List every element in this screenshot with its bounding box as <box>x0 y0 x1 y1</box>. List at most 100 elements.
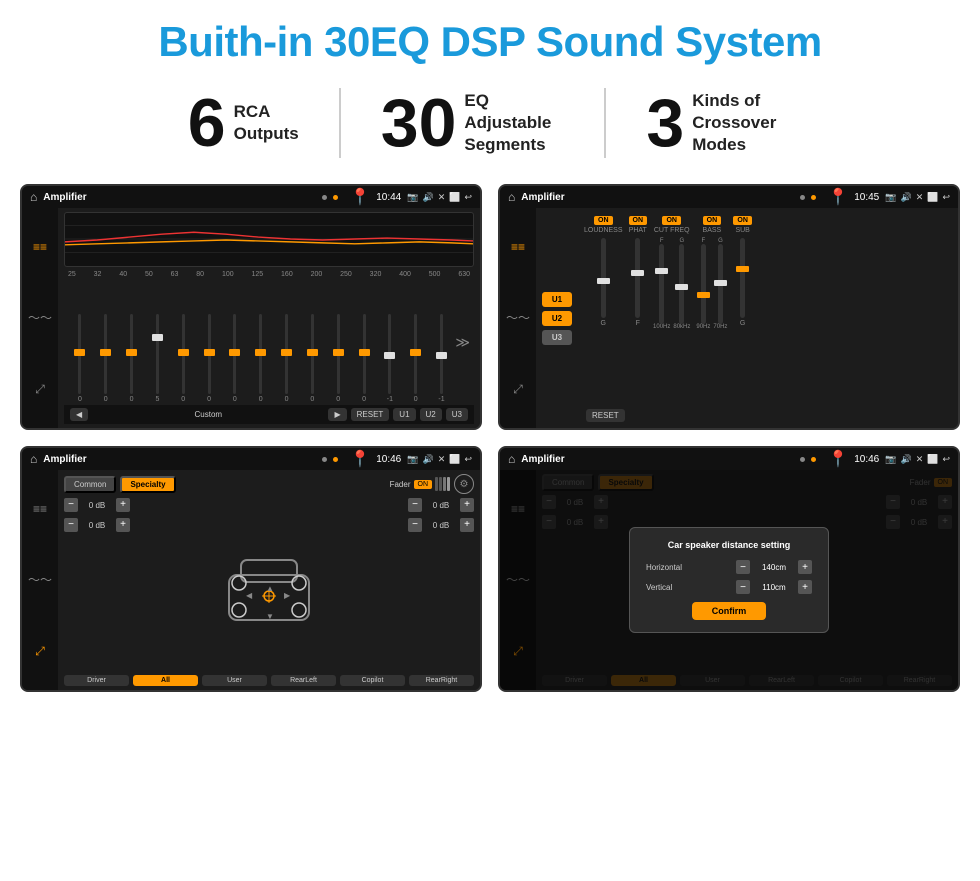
db-rl-value: 0 dB <box>82 521 112 530</box>
eq-slider-4[interactable]: 5 <box>145 314 169 403</box>
eq-main: 25 32 40 50 63 80 100 125 160 200 250 32… <box>58 208 480 428</box>
status-dot-6 <box>333 457 338 462</box>
eq-slider-13[interactable]: -1 <box>378 314 402 403</box>
cutfreq-on: ON <box>662 216 681 225</box>
db-rr-plus[interactable]: + <box>460 518 474 532</box>
settings-circle-icon[interactable]: ⚙ <box>454 474 474 494</box>
cutfreq-slider-g[interactable] <box>679 244 684 324</box>
cutfreq-slider-f[interactable] <box>659 244 664 324</box>
eq-slider-8[interactable]: 0 <box>249 314 273 403</box>
db-rl-plus[interactable]: + <box>116 518 130 532</box>
dialog-title: Car speaker distance setting <box>646 540 812 550</box>
stat-eq: 30 EQ Adjustable Segments <box>341 89 605 157</box>
play-button[interactable]: ▶ <box>328 408 346 421</box>
u1-preset-button[interactable]: U1 <box>542 292 572 307</box>
phat-slider[interactable] <box>635 238 640 318</box>
eq-slider-3[interactable]: 0 <box>120 314 144 403</box>
status-dot-1 <box>322 195 327 200</box>
vertical-plus-button[interactable]: + <box>798 580 812 594</box>
phat-on: ON <box>629 216 648 225</box>
user-button[interactable]: User <box>202 675 267 686</box>
loudness-slider[interactable] <box>601 238 606 318</box>
u3-button[interactable]: U3 <box>446 408 468 421</box>
confirm-button[interactable]: Confirm <box>692 602 767 620</box>
close-icon-4: ✕ <box>916 454 924 465</box>
eq-slider-1[interactable]: 0 <box>68 314 92 403</box>
wave-icon-1[interactable]: 〜〜 <box>28 312 52 324</box>
screen-eq: ⌂ Amplifier 📍 10:44 📷 🔊 ✕ ⬜ ↩ ≡≡ 〜〜 ⤢ <box>20 184 482 430</box>
bass-slider-f[interactable] <box>701 244 706 324</box>
left-sidebar-3: ≡≡ 〜〜 ⤢ <box>22 470 58 690</box>
driver-button[interactable]: Driver <box>64 675 129 686</box>
db-fl-minus[interactable]: − <box>64 498 78 512</box>
u2-preset-button[interactable]: U2 <box>542 311 572 326</box>
status-dot-5 <box>322 457 327 462</box>
copilot-button[interactable]: Copilot <box>340 675 405 686</box>
sub-label: SUB <box>735 227 749 234</box>
eq-slider-9[interactable]: 0 <box>275 314 299 403</box>
eq-slider-11[interactable]: 0 <box>326 314 350 403</box>
window-icon-4: ⬜ <box>927 454 938 465</box>
eq-icon-1[interactable]: ≡≡ <box>33 241 47 253</box>
stats-row: 6 RCA Outputs 30 EQ Adjustable Segments … <box>0 78 980 176</box>
wave-icon-2[interactable]: 〜〜 <box>506 312 530 324</box>
more-icon[interactable]: ≫ <box>455 334 470 351</box>
stat-rca-number: 6 <box>188 89 226 157</box>
all-button[interactable]: All <box>133 675 198 686</box>
horizontal-value: 140cm <box>754 563 794 572</box>
db-rl-minus[interactable]: − <box>64 518 78 532</box>
window-icon-1: ⬜ <box>449 192 460 203</box>
horizontal-minus-button[interactable]: − <box>736 560 750 574</box>
u2-button[interactable]: U2 <box>420 408 442 421</box>
camera-icon-1: 📷 <box>407 192 418 203</box>
home-icon-2: ⌂ <box>508 190 515 204</box>
dialog-horizontal-row: Horizontal − 140cm + <box>646 560 812 574</box>
eq-slider-5[interactable]: 0 <box>171 314 195 403</box>
horizontal-plus-button[interactable]: + <box>798 560 812 574</box>
eq-slider-6[interactable]: 0 <box>197 314 221 403</box>
eq-sliders: 0 0 0 5 0 <box>64 279 474 405</box>
eq-slider-7[interactable]: 0 <box>223 314 247 403</box>
eq-slider-12[interactable]: 0 <box>352 314 376 403</box>
bass-slider-g[interactable] <box>718 244 723 324</box>
loudness-ctrl: ON LOUDNESS G <box>584 216 623 327</box>
eq-slider-10[interactable]: 0 <box>300 314 324 403</box>
vertical-minus-button[interactable]: − <box>736 580 750 594</box>
bass-sliders: F 90Hz G 70Hz <box>696 238 727 330</box>
speaker-bottom-row: Driver All User RearLeft Copilot RearRig… <box>64 675 474 686</box>
u1-button[interactable]: U1 <box>393 408 415 421</box>
vertical-value: 110cm <box>754 583 794 592</box>
db-fl-plus[interactable]: + <box>116 498 130 512</box>
sub-slider[interactable] <box>740 238 745 318</box>
db-row-fr: − 0 dB + <box>408 498 474 512</box>
eq-slider-14[interactable]: 0 <box>404 314 428 403</box>
common-tab[interactable]: Common <box>64 476 116 493</box>
arrows-icon-1[interactable]: ⤢ <box>35 383 45 395</box>
reset-button-2[interactable]: RESET <box>586 409 625 422</box>
specialty-tab[interactable]: Specialty <box>120 476 175 493</box>
u3-preset-button[interactable]: U3 <box>542 330 572 345</box>
db-fr-minus[interactable]: − <box>408 498 422 512</box>
eq-graph <box>64 212 474 267</box>
prev-button[interactable]: ◀ <box>70 408 88 421</box>
eq-slider-15[interactable]: -1 <box>430 314 454 403</box>
eq-icon-2[interactable]: ≡≡ <box>511 241 525 253</box>
screen-dialog: ⌂ Amplifier 📍 10:46 📷 🔊 ✕ ⬜ ↩ ≡≡ 〜〜 ⤢ <box>498 446 960 692</box>
db-fr-value: 0 dB <box>426 501 456 510</box>
reset-button[interactable]: RESET <box>351 408 390 421</box>
wave-icon-3[interactable]: 〜〜 <box>28 574 52 586</box>
car-svg: ◀ ▶ ▲ ▼ <box>219 545 319 625</box>
rearleft-button[interactable]: RearLeft <box>271 675 336 686</box>
screen2-title: Amplifier <box>521 192 794 203</box>
eq-slider-2[interactable]: 0 <box>94 314 118 403</box>
rearright-button[interactable]: RearRight <box>409 675 474 686</box>
eq-icon-3[interactable]: ≡≡ <box>33 503 47 515</box>
arrows-icon-2[interactable]: ⤢ <box>513 383 523 395</box>
volume-icon-4: 🔊 <box>900 454 911 465</box>
fader-slider[interactable] <box>435 477 450 491</box>
db-rr-minus[interactable]: − <box>408 518 422 532</box>
arrows-icon-3[interactable]: ⤢ <box>35 645 45 657</box>
bass-label: BASS <box>703 227 722 234</box>
crossover-controls-row: ON LOUDNESS G ON PHAT <box>582 212 954 407</box>
db-fr-plus[interactable]: + <box>460 498 474 512</box>
